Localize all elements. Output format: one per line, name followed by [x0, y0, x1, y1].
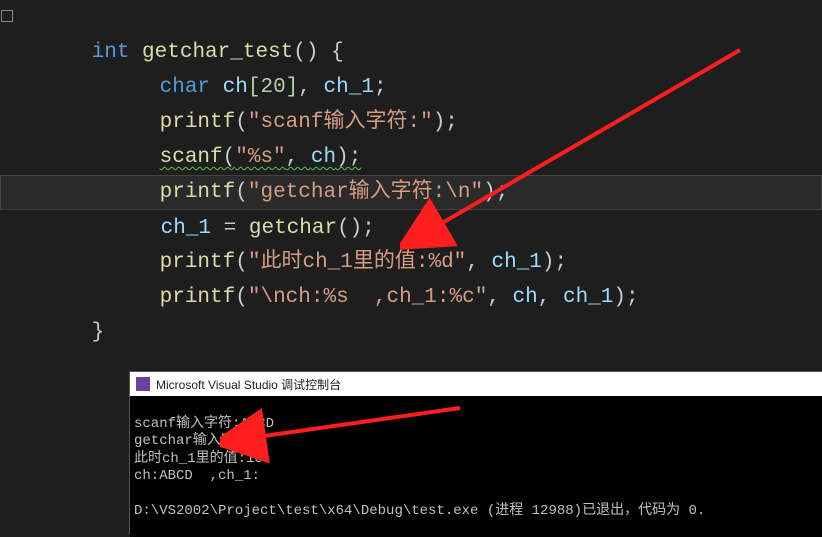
code-line: printf("scanf输入字符:");	[0, 70, 822, 105]
code-line: }	[0, 280, 822, 315]
console-line: ch:ABCD ,ch_1:	[134, 468, 260, 484]
code-line: printf("此时ch_1里的值:%d", ch_1);	[0, 210, 822, 245]
editor-left-strip	[0, 371, 129, 532]
code-line: int getchar_test() {	[0, 0, 822, 35]
console-line: 此时ch_1里的值:10	[134, 451, 263, 467]
debug-console-window[interactable]: Microsoft Visual Studio 调试控制台 scanf输入字符:…	[129, 371, 822, 534]
console-path: D:\VS2002\Project\test\x64\Debug\test.ex…	[134, 503, 705, 519]
console-title: Microsoft Visual Studio 调试控制台	[156, 376, 341, 393]
code-line: char ch[20], ch_1;	[0, 35, 822, 70]
code-editor[interactable]: int getchar_test() { char ch[20], ch_1; …	[0, 0, 822, 370]
fold-icon[interactable]	[1, 10, 13, 22]
console-output[interactable]: scanf输入字符:ABCD getchar输入字符: 此时ch_1里的值:10…	[130, 396, 822, 537]
console-titlebar[interactable]: Microsoft Visual Studio 调试控制台	[130, 372, 822, 396]
console-line: getchar输入字符:	[134, 433, 257, 449]
code-line: printf("\nch:%s ,ch_1:%c", ch, ch_1);	[0, 245, 822, 280]
vs-icon	[136, 377, 150, 391]
code-line: printf("getchar输入字符:\n");	[0, 140, 822, 175]
code-line: scanf("%s", ch);	[0, 105, 822, 140]
console-line: scanf输入字符:ABCD	[134, 416, 274, 432]
fold-gutter[interactable]	[0, 0, 16, 35]
console-line	[134, 486, 142, 502]
code-line-current: ch_1 = getchar();	[0, 175, 822, 210]
